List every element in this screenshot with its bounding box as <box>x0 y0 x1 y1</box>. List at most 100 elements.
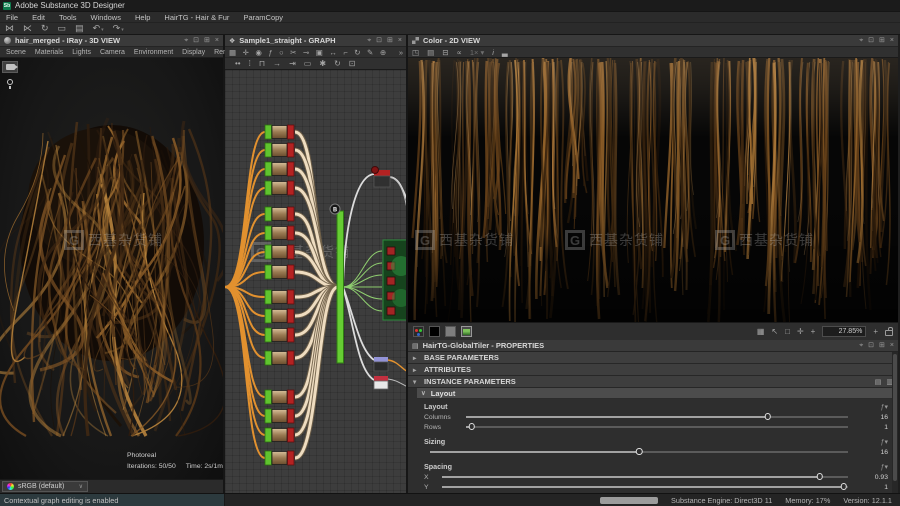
link-view-icon[interactable]: ∝ <box>456 48 461 57</box>
transform-icon[interactable]: ↖ <box>771 327 778 336</box>
forward-end-icon[interactable]: ⇥ <box>289 59 296 68</box>
preset-save-icon[interactable]: ▤ <box>875 378 882 386</box>
function-menu-icon[interactable]: ƒ▾ <box>881 438 888 446</box>
param-value[interactable]: 16 <box>854 414 888 421</box>
unlink-nodes-icon[interactable]: ⋉ <box>23 24 32 33</box>
menu-item-edit[interactable]: Edit <box>32 13 45 22</box>
frame-all-icon[interactable]: ▦ <box>229 48 236 57</box>
graph-canvas[interactable]: G 西基杂货铺 B <box>225 70 406 493</box>
pin-icon[interactable]: ⌖ <box>184 37 188 44</box>
thumbnail-icon[interactable]: ▣ <box>316 48 323 57</box>
float-icon[interactable]: ⊡ <box>193 37 199 44</box>
colorspace-dropdown[interactable]: sRGB (default) ∨ <box>2 481 88 492</box>
subsection-layout[interactable]: ∨ Layout <box>417 388 898 399</box>
forward-icon[interactable]: → <box>273 59 281 68</box>
maximize-icon[interactable]: ⊞ <box>879 342 885 349</box>
menu-item-paramcopy[interactable]: ParamCopy <box>243 13 283 22</box>
duplicate-icon[interactable]: ⊡ <box>349 59 356 68</box>
maximize-icon[interactable]: ⊞ <box>387 37 393 44</box>
histogram-icon[interactable]: ▃ <box>502 48 508 57</box>
light-icon[interactable] <box>7 79 13 85</box>
3d-view-header[interactable]: hair_merged - IRay - 3D VIEW ⌖ ⊡ ⊞ × <box>0 35 223 47</box>
param-value[interactable]: 1 <box>854 424 888 431</box>
param-value[interactable]: 16 <box>854 449 888 456</box>
float-icon[interactable]: ⊡ <box>868 342 874 349</box>
refresh-icon[interactable]: ↻ <box>334 59 341 68</box>
3d-viewport[interactable]: G 西基杂货铺 Photoreal Iterations: 50/50 Time… <box>0 58 223 479</box>
info-icon[interactable]: i <box>492 48 494 57</box>
save-icon[interactable]: ▤ <box>75 24 84 33</box>
zoom-level-field[interactable]: 27.85% <box>822 326 866 337</box>
distribute-icon[interactable]: ⊓ <box>259 59 265 68</box>
zoom-in-icon[interactable]: + <box>873 327 878 336</box>
maximize-icon[interactable]: ⊞ <box>204 37 210 44</box>
open-folder-icon[interactable]: ▭ <box>58 24 67 33</box>
param-value[interactable]: 1 <box>854 484 888 491</box>
pin-icon[interactable]: ⌖ <box>367 37 371 44</box>
columns-slider[interactable] <box>466 412 848 422</box>
close-icon[interactable]: × <box>890 37 894 44</box>
undo-icon[interactable]: ↶▾ <box>93 24 104 33</box>
float-icon[interactable]: ⊡ <box>376 37 382 44</box>
tab-scene[interactable]: Scene <box>6 49 26 56</box>
sizing-slider[interactable] <box>430 447 848 457</box>
close-icon[interactable]: × <box>398 37 402 44</box>
2d-canvas[interactable]: G 西基杂货铺 G 西基杂货铺 G 西基杂货铺 <box>408 58 898 322</box>
tab-materials[interactable]: Materials <box>35 49 63 56</box>
function-icon[interactable]: ƒ <box>268 48 272 57</box>
menu-item-file[interactable]: File <box>6 13 18 22</box>
tab-display[interactable]: Display <box>182 49 205 56</box>
pin-icon[interactable]: ⌖ <box>859 342 863 349</box>
close-icon[interactable]: × <box>890 342 894 349</box>
gray-background-swatch[interactable] <box>445 326 456 337</box>
lock-icon[interactable] <box>885 330 893 336</box>
cut-links-icon[interactable]: ✂ <box>290 48 296 57</box>
section-instance-parameters[interactable]: ▾ INSTANCE PARAMETERS ▤ ▥ <box>408 376 898 388</box>
function-menu-icon[interactable]: ƒ▾ <box>881 403 888 411</box>
tab-camera[interactable]: Camera <box>100 49 125 56</box>
function-menu-icon[interactable]: ƒ▾ <box>881 463 888 471</box>
add-node-icon[interactable]: ⊕ <box>380 48 386 57</box>
corner-icon[interactable]: ⌐ <box>343 48 347 57</box>
spacing-x-slider[interactable] <box>442 472 848 482</box>
zoom-out-icon[interactable]: + <box>811 327 816 336</box>
move-icon[interactable]: ✛ <box>797 327 804 336</box>
save-image-icon[interactable]: ▤ <box>427 48 434 57</box>
redo-icon[interactable]: ↷▾ <box>113 24 124 33</box>
param-value[interactable]: 0.93 <box>854 474 888 481</box>
link-nodes-icon[interactable]: ⋈ <box>5 24 14 33</box>
image-background-swatch[interactable] <box>461 326 472 337</box>
export-icon[interactable]: ↻ <box>41 24 49 33</box>
trash-icon[interactable]: ▭ <box>304 59 312 68</box>
properties-scrollbar[interactable] <box>892 352 898 493</box>
rotate-icon[interactable]: ↻ <box>354 48 360 57</box>
menu-item-windows[interactable]: Windows <box>91 13 121 22</box>
maximize-icon[interactable]: ⊞ <box>879 37 885 44</box>
graph-header[interactable]: ❖ Sample1_straight - GRAPH ⌖ ⊡ ⊞ × <box>225 35 406 47</box>
align-vertical-icon[interactable]: ⁞ <box>249 59 251 68</box>
camera-tool-button[interactable] <box>2 61 18 73</box>
menu-item-hairtg[interactable]: HairTG - Hair & Fur <box>164 13 229 22</box>
image-inspect-icon[interactable]: ◳ <box>412 48 419 57</box>
edit-icon[interactable]: ✎ <box>367 48 373 57</box>
focus-icon[interactable]: ◉ <box>255 48 262 57</box>
swap-icon[interactable]: ↔ <box>329 48 337 57</box>
connect-icon[interactable]: ⊸ <box>303 48 309 57</box>
pan-icon[interactable]: ✛ <box>243 48 249 57</box>
2d-view-header[interactable]: Color - 2D VIEW ⌖ ⊡ ⊞ × <box>408 35 898 47</box>
rgb-channel-icon[interactable] <box>413 326 424 337</box>
close-icon[interactable]: × <box>215 37 219 44</box>
fit-square-icon[interactable]: □ <box>785 327 790 336</box>
tab-lights[interactable]: Lights <box>72 49 91 56</box>
tab-environment[interactable]: Environment <box>134 49 173 56</box>
black-background-swatch[interactable] <box>429 326 440 337</box>
search-icon[interactable]: ○ <box>279 48 284 57</box>
pin-icon[interactable]: ⌖ <box>859 37 863 44</box>
settings-icon[interactable]: ✱ <box>319 59 326 68</box>
properties-header[interactable]: ▤ HairTG-GlobalTiler - PROPERTIES ⌖ ⊡ ⊞ … <box>408 340 898 352</box>
float-icon[interactable]: ⊡ <box>868 37 874 44</box>
rows-slider[interactable] <box>466 422 848 432</box>
menu-item-tools[interactable]: Tools <box>59 13 77 22</box>
dots-icon[interactable]: •• <box>235 59 241 68</box>
section-base-parameters[interactable]: ▸ BASE PARAMETERS <box>408 352 898 364</box>
